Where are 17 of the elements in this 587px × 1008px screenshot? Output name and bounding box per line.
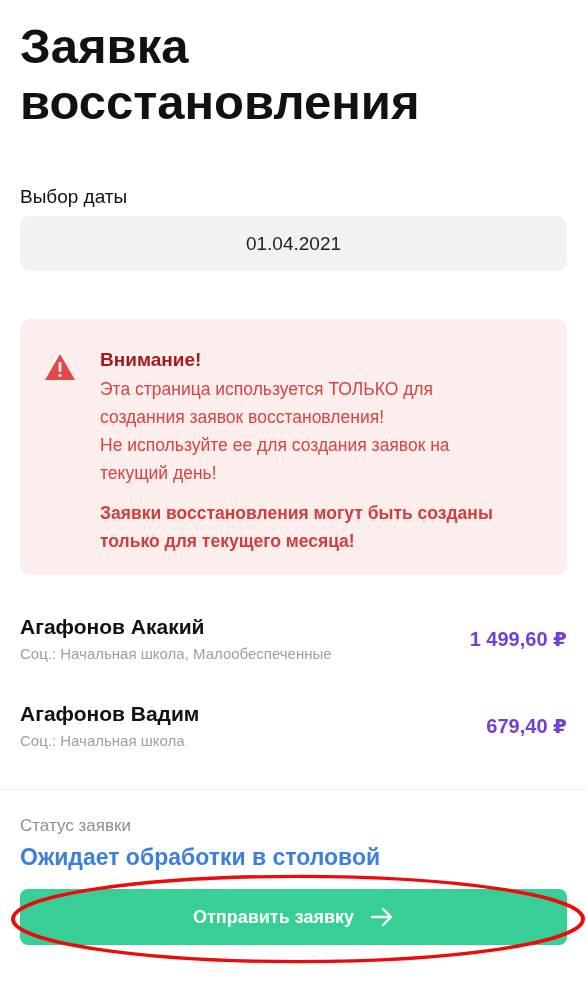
alert-message: Заявки восстановления могут быть созданы только для текущего месяца! <box>100 502 494 553</box>
student-name: Агафонов Акакий <box>20 615 206 639</box>
student-category: Соц.: Начальная школа <box>20 732 186 749</box>
amount: 1 499,60 ₽ <box>469 626 567 651</box>
alert-message: Эта страница используется ТОЛЬКО для созданния заявок восстановления! <box>100 378 435 429</box>
arrow-icon <box>370 907 394 927</box>
alert-title: Внимание! <box>100 349 203 371</box>
status-value: Ожидает обработки в столовой <box>20 844 382 871</box>
student-category: Соц.: Начальная школа, Малообеспеченные <box>20 645 332 662</box>
alert-message: Не используйте ее для создания заявок на текущий день! <box>100 434 451 485</box>
date-label: Выбор даты <box>20 186 129 208</box>
status-label: Статус заявки <box>20 816 132 836</box>
page-title: Заявка восстановления <box>19 18 421 130</box>
date-field[interactable]: 01.04.2021 <box>20 216 567 271</box>
student-name: Агафонов Вадим <box>20 702 200 726</box>
amount: 679,40 ₽ <box>486 713 567 738</box>
warning-icon <box>44 353 76 381</box>
